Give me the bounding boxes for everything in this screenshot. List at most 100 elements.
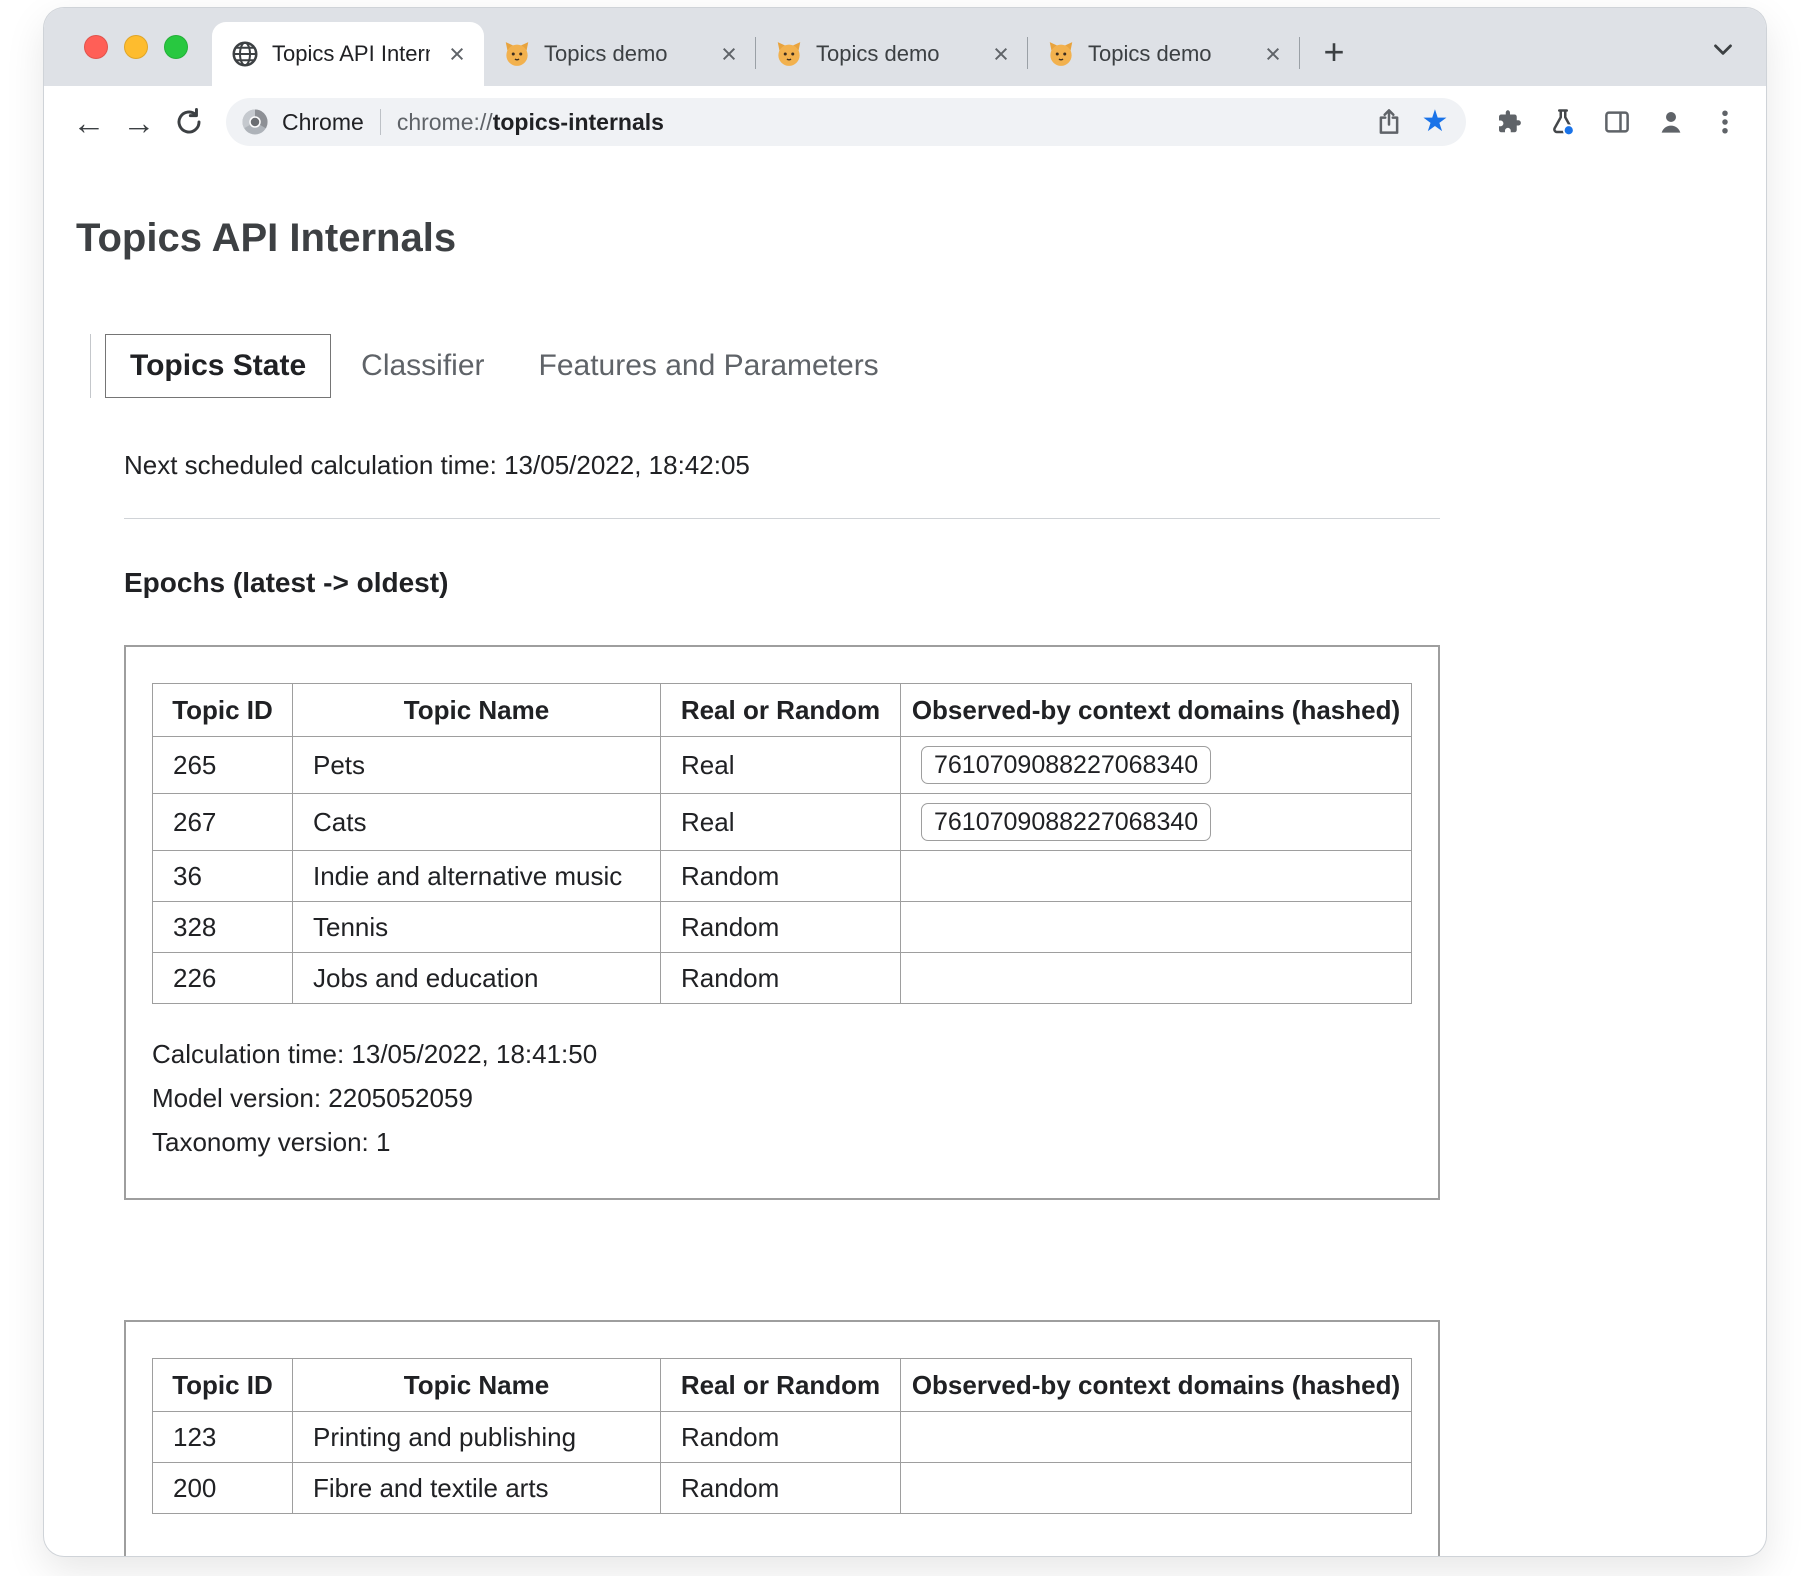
cell-observed-domains bbox=[901, 953, 1412, 1004]
close-icon[interactable]: × bbox=[442, 39, 472, 69]
cell-topic-name: Printing and publishing bbox=[293, 1412, 661, 1463]
page-tab-bar: Topics State Classifier Features and Par… bbox=[90, 334, 1766, 398]
cell-real-or-random: Real bbox=[661, 794, 901, 851]
column-real-or-random: Real or Random bbox=[661, 1359, 901, 1412]
next-calculation-time: Next scheduled calculation time: 13/05/2… bbox=[124, 448, 1440, 482]
browser-tab-topics-demo-3[interactable]: Topics demo × bbox=[1028, 22, 1300, 86]
page-content: Topics API Internals Topics State Classi… bbox=[44, 158, 1766, 1556]
column-topic-id: Topic ID bbox=[153, 1359, 293, 1412]
cell-observed-domains bbox=[901, 902, 1412, 953]
column-topic-name: Topic Name bbox=[293, 1359, 661, 1412]
calculation-time: Calculation time: 13/05/2022, 18:41:50 bbox=[152, 1032, 1412, 1076]
cell-real-or-random: Random bbox=[661, 1463, 901, 1514]
close-window-button[interactable] bbox=[84, 35, 108, 59]
cat-icon bbox=[502, 39, 532, 69]
table-row: 267 Cats Real 7610709088227068340 bbox=[153, 794, 1412, 851]
cell-topic-id: 265 bbox=[153, 737, 293, 794]
cell-topic-id: 123 bbox=[153, 1412, 293, 1463]
labs-flask-button[interactable] bbox=[1540, 99, 1586, 145]
epoch-box-latest: Topic ID Topic Name Real or Random Obser… bbox=[124, 645, 1440, 1200]
browser-tab-topics-demo-2[interactable]: Topics demo × bbox=[756, 22, 1028, 86]
column-observed-domains: Observed-by context domains (hashed) bbox=[901, 684, 1412, 737]
minimize-window-button[interactable] bbox=[124, 35, 148, 59]
new-tab-button[interactable]: + bbox=[1312, 30, 1356, 74]
tab-title: Topics demo bbox=[1088, 41, 1246, 67]
cell-topic-name: Tennis bbox=[293, 902, 661, 953]
epoch-box-older: Topic ID Topic Name Real or Random Obser… bbox=[124, 1320, 1440, 1556]
epoch-table: Topic ID Topic Name Real or Random Obser… bbox=[152, 1358, 1412, 1514]
site-label: Chrome bbox=[282, 109, 364, 136]
cell-topic-name: Fibre and textile arts bbox=[293, 1463, 661, 1514]
epoch-table: Topic ID Topic Name Real or Random Obser… bbox=[152, 683, 1412, 1004]
browser-toolbar: ← → Chrome chrome://topics-internals bbox=[44, 86, 1766, 158]
column-topic-id: Topic ID bbox=[153, 684, 293, 737]
globe-icon bbox=[230, 39, 260, 69]
cell-topic-id: 267 bbox=[153, 794, 293, 851]
address-bar[interactable]: Chrome chrome://topics-internals ★ bbox=[226, 98, 1466, 146]
model-version: Model version: 2205052059 bbox=[152, 1076, 1412, 1120]
cell-real-or-random: Random bbox=[661, 902, 901, 953]
window-controls bbox=[44, 8, 212, 86]
epoch-metadata: Calculation time: 13/05/2022, 18:41:50 M… bbox=[152, 1032, 1412, 1164]
cell-topic-name: Pets bbox=[293, 737, 661, 794]
cell-observed-domains bbox=[901, 1412, 1412, 1463]
tab-strip: Topics API Intern × Topics demo × bbox=[44, 8, 1766, 86]
tab-classifier[interactable]: Classifier bbox=[337, 335, 508, 397]
cell-real-or-random: Real bbox=[661, 737, 901, 794]
cell-topic-id: 200 bbox=[153, 1463, 293, 1514]
cell-topic-name: Cats bbox=[293, 794, 661, 851]
menu-kebab-button[interactable] bbox=[1702, 99, 1748, 145]
share-button[interactable] bbox=[1366, 99, 1412, 145]
cell-real-or-random: Random bbox=[661, 851, 901, 902]
cell-topic-name: Jobs and education bbox=[293, 953, 661, 1004]
cell-topic-name: Indie and alternative music bbox=[293, 851, 661, 902]
cell-observed-domains: 7610709088227068340 bbox=[901, 794, 1412, 851]
tab-features-and-parameters[interactable]: Features and Parameters bbox=[515, 335, 903, 397]
column-real-or-random: Real or Random bbox=[661, 684, 901, 737]
cat-icon bbox=[774, 39, 804, 69]
hashed-domain-chip: 7610709088227068340 bbox=[921, 803, 1211, 841]
browser-tab-topics-internals[interactable]: Topics API Intern × bbox=[212, 22, 484, 86]
cell-real-or-random: Random bbox=[661, 953, 901, 1004]
tab-topics-state[interactable]: Topics State bbox=[105, 334, 331, 398]
profile-button[interactable] bbox=[1648, 99, 1694, 145]
reload-button[interactable] bbox=[164, 97, 214, 147]
page-title: Topics API Internals bbox=[76, 214, 1766, 262]
cat-icon bbox=[1046, 39, 1076, 69]
omnibox-divider bbox=[380, 109, 381, 135]
cell-observed-domains bbox=[901, 851, 1412, 902]
forward-button[interactable]: → bbox=[114, 97, 164, 147]
star-icon: ★ bbox=[1422, 107, 1449, 137]
cell-topic-id: 36 bbox=[153, 851, 293, 902]
cell-real-or-random: Random bbox=[661, 1412, 901, 1463]
url-host: topics-internals bbox=[493, 109, 664, 135]
zoom-window-button[interactable] bbox=[164, 35, 188, 59]
column-topic-name: Topic Name bbox=[293, 684, 661, 737]
browser-window: Topics API Intern × Topics demo × bbox=[44, 8, 1766, 1556]
cell-topic-id: 328 bbox=[153, 902, 293, 953]
tab-search-chevron-button[interactable] bbox=[1706, 32, 1740, 66]
table-row: 200 Fibre and textile arts Random bbox=[153, 1463, 1412, 1514]
browser-tab-topics-demo-1[interactable]: Topics demo × bbox=[484, 22, 756, 86]
cell-topic-id: 226 bbox=[153, 953, 293, 1004]
table-header-row: Topic ID Topic Name Real or Random Obser… bbox=[153, 684, 1412, 737]
url-text: chrome://topics-internals bbox=[397, 109, 664, 136]
close-icon[interactable]: × bbox=[1258, 39, 1288, 69]
tab-title: Topics demo bbox=[544, 41, 702, 67]
table-row: 226 Jobs and education Random bbox=[153, 953, 1412, 1004]
url-scheme: chrome:// bbox=[397, 109, 493, 135]
table-row: 265 Pets Real 7610709088227068340 bbox=[153, 737, 1412, 794]
cell-observed-domains bbox=[901, 1463, 1412, 1514]
table-row: 328 Tennis Random bbox=[153, 902, 1412, 953]
extensions-puzzle-button[interactable] bbox=[1486, 99, 1532, 145]
tab-title: Topics demo bbox=[816, 41, 974, 67]
side-panel-button[interactable] bbox=[1594, 99, 1640, 145]
close-icon[interactable]: × bbox=[714, 39, 744, 69]
topics-state-panel: Next scheduled calculation time: 13/05/2… bbox=[124, 448, 1440, 1556]
bookmark-star-button[interactable]: ★ bbox=[1412, 99, 1458, 145]
close-icon[interactable]: × bbox=[986, 39, 1016, 69]
taxonomy-version: Taxonomy version: 1 bbox=[152, 1120, 1412, 1164]
table-header-row: Topic ID Topic Name Real or Random Obser… bbox=[153, 1359, 1412, 1412]
back-button[interactable]: ← bbox=[64, 97, 114, 147]
epochs-heading: Epochs (latest -> oldest) bbox=[124, 565, 1440, 601]
